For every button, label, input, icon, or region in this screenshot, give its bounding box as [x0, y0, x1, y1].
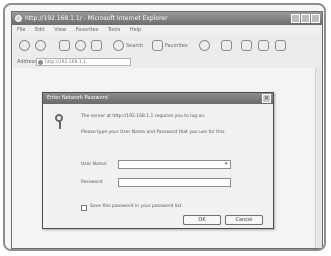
- dialog-instruction: Please type your User Name and Password …: [81, 130, 226, 135]
- toolbar: Search Favorites: [12, 35, 322, 58]
- maximize-button[interactable]: [301, 14, 310, 23]
- menu-view[interactable]: View: [54, 27, 66, 33]
- browser-title: http://192.168.1.1/ - Microsoft Internet…: [25, 15, 168, 22]
- dialog-close-button[interactable]: ×: [262, 94, 271, 103]
- search-icon[interactable]: [113, 40, 124, 51]
- browser-title-bar: http://192.168.1.1/ - Microsoft Internet…: [12, 12, 322, 25]
- minimize-button[interactable]: [291, 14, 300, 23]
- key-icon: [55, 114, 63, 129]
- messenger-icon[interactable]: [275, 40, 286, 51]
- password-label: Password:: [81, 180, 104, 185]
- vertical-scrollbar[interactable]: [315, 68, 322, 248]
- browser-window: http://192.168.1.1/ - Microsoft Internet…: [11, 11, 323, 249]
- dialog-prompt: The server at http://192.168.1.1 require…: [81, 114, 206, 119]
- username-label: User Name:: [81, 162, 108, 167]
- page-content: Enter Network Password × The server at h…: [12, 68, 322, 248]
- address-input[interactable]: http://192.168.1.1: [36, 58, 131, 66]
- dialog-title: Enter Network Password: [47, 95, 108, 101]
- username-input[interactable]: ▾: [118, 160, 231, 169]
- screenshot-frame: http://192.168.1.1/ - Microsoft Internet…: [3, 3, 326, 251]
- edit-icon[interactable]: [258, 40, 269, 51]
- favorites-icon[interactable]: [152, 40, 163, 51]
- ok-button[interactable]: OK: [183, 215, 221, 225]
- menu-tools[interactable]: Tools: [108, 27, 120, 33]
- password-input[interactable]: [118, 178, 231, 187]
- menu-help[interactable]: Help: [130, 27, 141, 33]
- history-icon[interactable]: [199, 40, 210, 51]
- menu-edit[interactable]: Edit: [35, 27, 45, 33]
- back-icon[interactable]: [19, 40, 30, 51]
- forward-icon[interactable]: [35, 40, 46, 51]
- ie-logo-icon: [15, 15, 22, 22]
- favorites-label[interactable]: Favorites: [165, 43, 188, 49]
- remember-password-label: Save this password in your password list: [90, 204, 182, 209]
- menu-file[interactable]: File: [17, 27, 25, 33]
- username-dropdown-icon[interactable]: ▾: [222, 161, 230, 168]
- refresh-icon[interactable]: [75, 40, 86, 51]
- network-password-dialog: Enter Network Password × The server at h…: [42, 92, 274, 229]
- address-label: Address: [17, 59, 37, 65]
- home-icon[interactable]: [91, 40, 102, 51]
- search-label[interactable]: Search: [126, 43, 143, 49]
- menu-favorites[interactable]: Favorites: [76, 27, 99, 33]
- print-icon[interactable]: [241, 40, 252, 51]
- stop-icon[interactable]: [59, 40, 70, 51]
- remember-password-checkbox[interactable]: [81, 205, 87, 211]
- close-button[interactable]: [311, 14, 320, 23]
- cancel-button[interactable]: Cancel: [225, 215, 263, 225]
- mail-icon[interactable]: [221, 40, 232, 51]
- window-controls: [291, 14, 320, 23]
- menu-bar: File Edit View Favorites Tools Help: [12, 25, 322, 35]
- dialog-title-bar: Enter Network Password ×: [43, 93, 273, 104]
